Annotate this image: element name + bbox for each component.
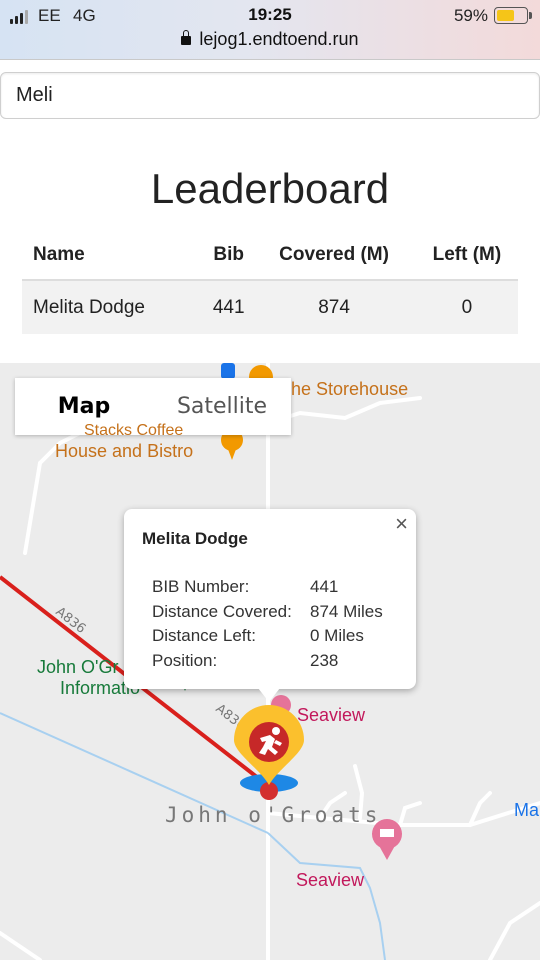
cell-left: 0 bbox=[415, 280, 518, 334]
cell-name: Melita Dodge bbox=[22, 280, 206, 334]
detail-label: BIB Number: bbox=[152, 577, 250, 596]
detail-label: Position: bbox=[152, 650, 218, 670]
info-window-details: BIB Number: 441 Distance Covered: 874 Mile… bbox=[152, 575, 383, 673]
detail-row: Position: 238 bbox=[152, 649, 383, 674]
bus-stop-icon[interactable] bbox=[221, 363, 235, 379]
cell-covered: 874 bbox=[252, 280, 416, 334]
poi-storehouse[interactable]: he Storehouse bbox=[291, 379, 408, 400]
table-header-row: Name Bib Covered (M) Left (M) bbox=[22, 230, 518, 281]
runner-marker[interactable] bbox=[232, 705, 306, 817]
column-header-bib[interactable]: Bib bbox=[205, 230, 253, 281]
status-bar: EE 4G 19:25 59% lejog1.endtoend.run bbox=[0, 0, 540, 60]
detail-label: Distance Left: bbox=[152, 626, 256, 645]
detail-value: 0 Miles bbox=[310, 626, 364, 645]
address-bar[interactable]: lejog1.endtoend.run bbox=[0, 29, 540, 50]
search-input[interactable] bbox=[0, 72, 540, 119]
lock-icon bbox=[181, 30, 192, 45]
map[interactable]: A836 A836 Map Satellite he Storehouse St… bbox=[0, 363, 540, 960]
poi-seaview[interactable]: Seaview bbox=[297, 705, 365, 726]
detail-row: Distance Covered: 874 Miles bbox=[152, 600, 383, 625]
close-icon[interactable]: × bbox=[395, 511, 408, 537]
url-text: lejog1.endtoend.run bbox=[199, 29, 359, 49]
poi-stacks-coffee[interactable]: Stacks Coffee bbox=[84, 423, 183, 435]
table-row[interactable]: Melita Dodge 441 874 0 bbox=[22, 280, 518, 334]
cell-bib: 441 bbox=[205, 280, 253, 334]
poi-edge-label[interactable]: Ma bbox=[514, 800, 539, 821]
poi-seaview-2[interactable]: Seaview bbox=[296, 870, 364, 891]
detail-label: Distance Covered: bbox=[152, 601, 292, 621]
detail-row: BIB Number: 441 bbox=[152, 575, 383, 600]
battery-icon bbox=[494, 7, 532, 24]
detail-value: 441 bbox=[310, 577, 339, 596]
info-window-name: Melita Dodge bbox=[142, 529, 248, 548]
info-window: × Melita Dodge BIB Number: 441 Distance C… bbox=[124, 509, 416, 702]
column-header-covered[interactable]: Covered (M) bbox=[252, 230, 416, 281]
battery-percent: 59% bbox=[453, 6, 488, 25]
leaderboard-table: Name Bib Covered (M) Left (M) Melita Dod… bbox=[22, 230, 518, 334]
poi-info-centre-line1[interactable]: John O'Gr bbox=[37, 657, 118, 678]
column-header-name[interactable]: Name bbox=[22, 230, 206, 281]
page-title: Leaderboard bbox=[150, 165, 390, 212]
detail-value: 238 bbox=[310, 650, 339, 670]
detail-row: Distance Left: 0 Miles bbox=[152, 624, 383, 649]
detail-value: 874 Miles bbox=[310, 601, 383, 621]
column-header-left[interactable]: Left (M) bbox=[415, 230, 518, 281]
poi-bistro[interactable]: House and Bistro bbox=[55, 441, 193, 462]
